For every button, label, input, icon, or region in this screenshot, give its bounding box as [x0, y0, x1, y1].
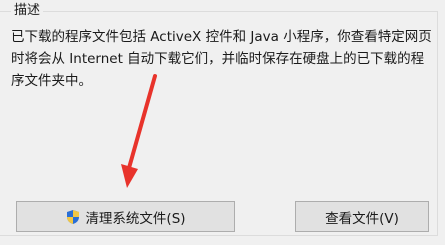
groupbox-title: 描述	[11, 2, 44, 20]
clean-system-files-button[interactable]: 清理系统文件(S)	[16, 201, 235, 232]
view-files-button[interactable]: 查看文件(V)	[295, 201, 429, 232]
clean-system-files-label: 清理系统文件(S)	[85, 210, 186, 227]
description-text: 已下载的程序文件包括 ActiveX 控件和 Java 小程序，你查看特定网页时…	[11, 29, 432, 89]
uac-shield-icon	[67, 209, 80, 224]
view-files-label: 查看文件(V)	[325, 210, 399, 227]
disk-cleanup-panel: 描述 已下载的程序文件包括 ActiveX 控件和 Java 小程序，你查看特定…	[0, 0, 445, 245]
